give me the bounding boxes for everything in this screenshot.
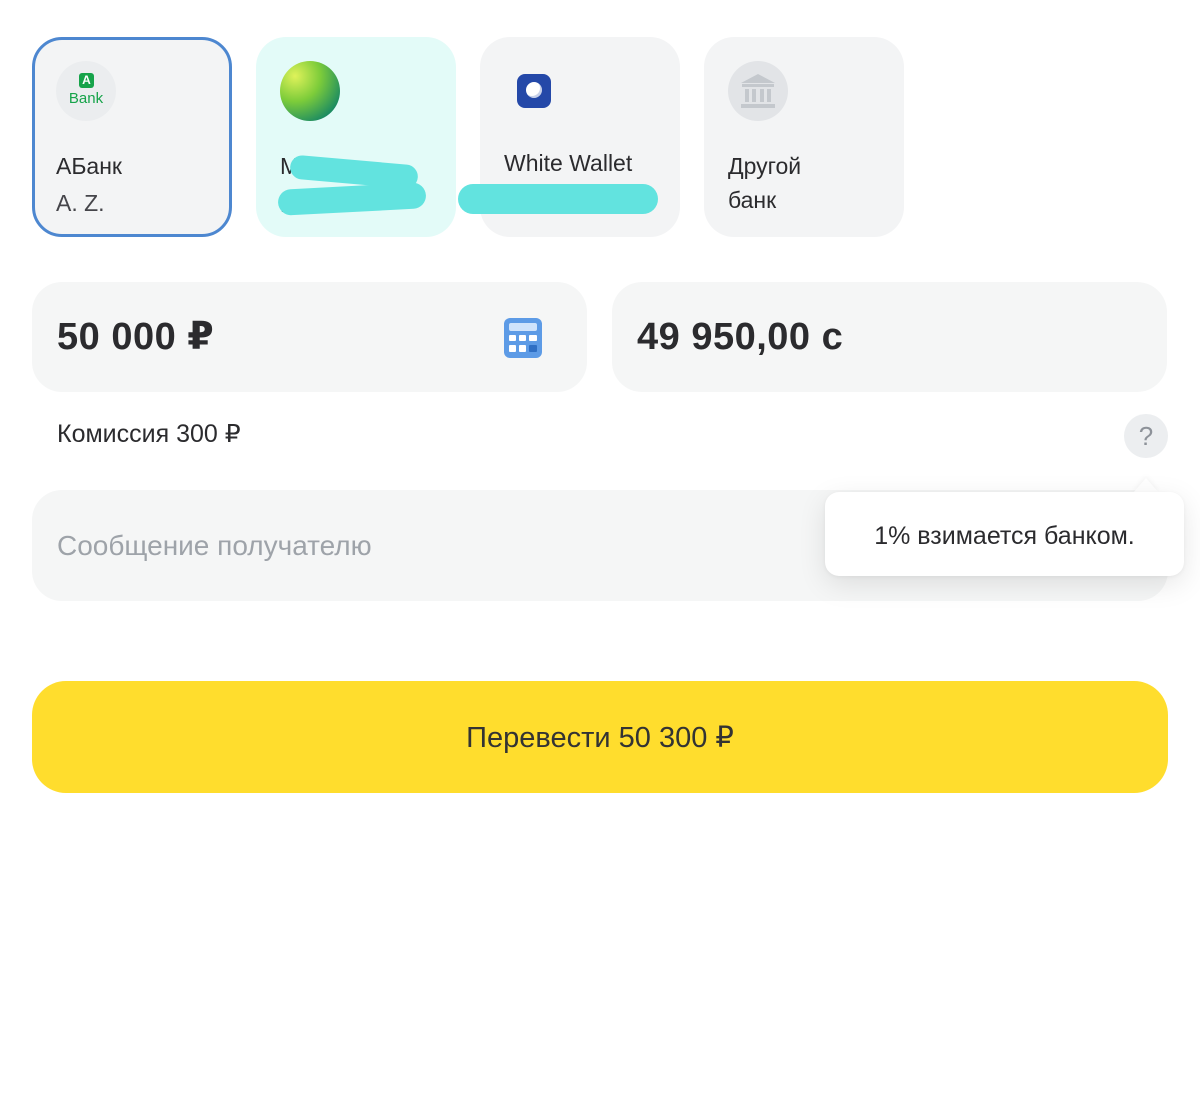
bank-building-icon: [728, 61, 788, 121]
bank-account-holder: А. Z.: [56, 190, 105, 216]
commission-tooltip: 1% взимается банком.: [825, 492, 1184, 576]
tooltip-arrow: [1133, 478, 1159, 493]
transfer-submit-button[interactable]: Перевести 50 300 ₽: [32, 681, 1168, 793]
bank-card-other[interactable]: Другой банк: [704, 37, 904, 237]
bank-title: White Wallet: [504, 150, 633, 176]
bank-title: Другой: [728, 153, 802, 179]
calculator-icon[interactable]: [504, 318, 542, 358]
bank-title: АБанк: [56, 153, 122, 179]
amount-from-field[interactable]: 50 000 ₽: [32, 282, 587, 392]
white-wallet-logo-icon: [504, 61, 564, 121]
bank-title-line2: банк: [728, 187, 777, 213]
abank-logo-icon: A Bank: [56, 61, 116, 121]
commission-text: Комиссия 300 ₽: [57, 420, 241, 448]
help-question-icon[interactable]: ?: [1124, 414, 1168, 458]
redaction-mark: [458, 184, 658, 214]
amount-to-field[interactable]: 49 950,00 с: [612, 282, 1167, 392]
tooltip-text: 1% взимается банком.: [874, 522, 1135, 550]
bank-card-abank[interactable]: A Bank АБанк А. Z.: [32, 37, 232, 237]
green-sphere-logo-icon: [280, 61, 340, 121]
amount-from-value: 50 000 ₽: [57, 316, 215, 358]
amount-to-value: 49 950,00 с: [637, 316, 844, 358]
